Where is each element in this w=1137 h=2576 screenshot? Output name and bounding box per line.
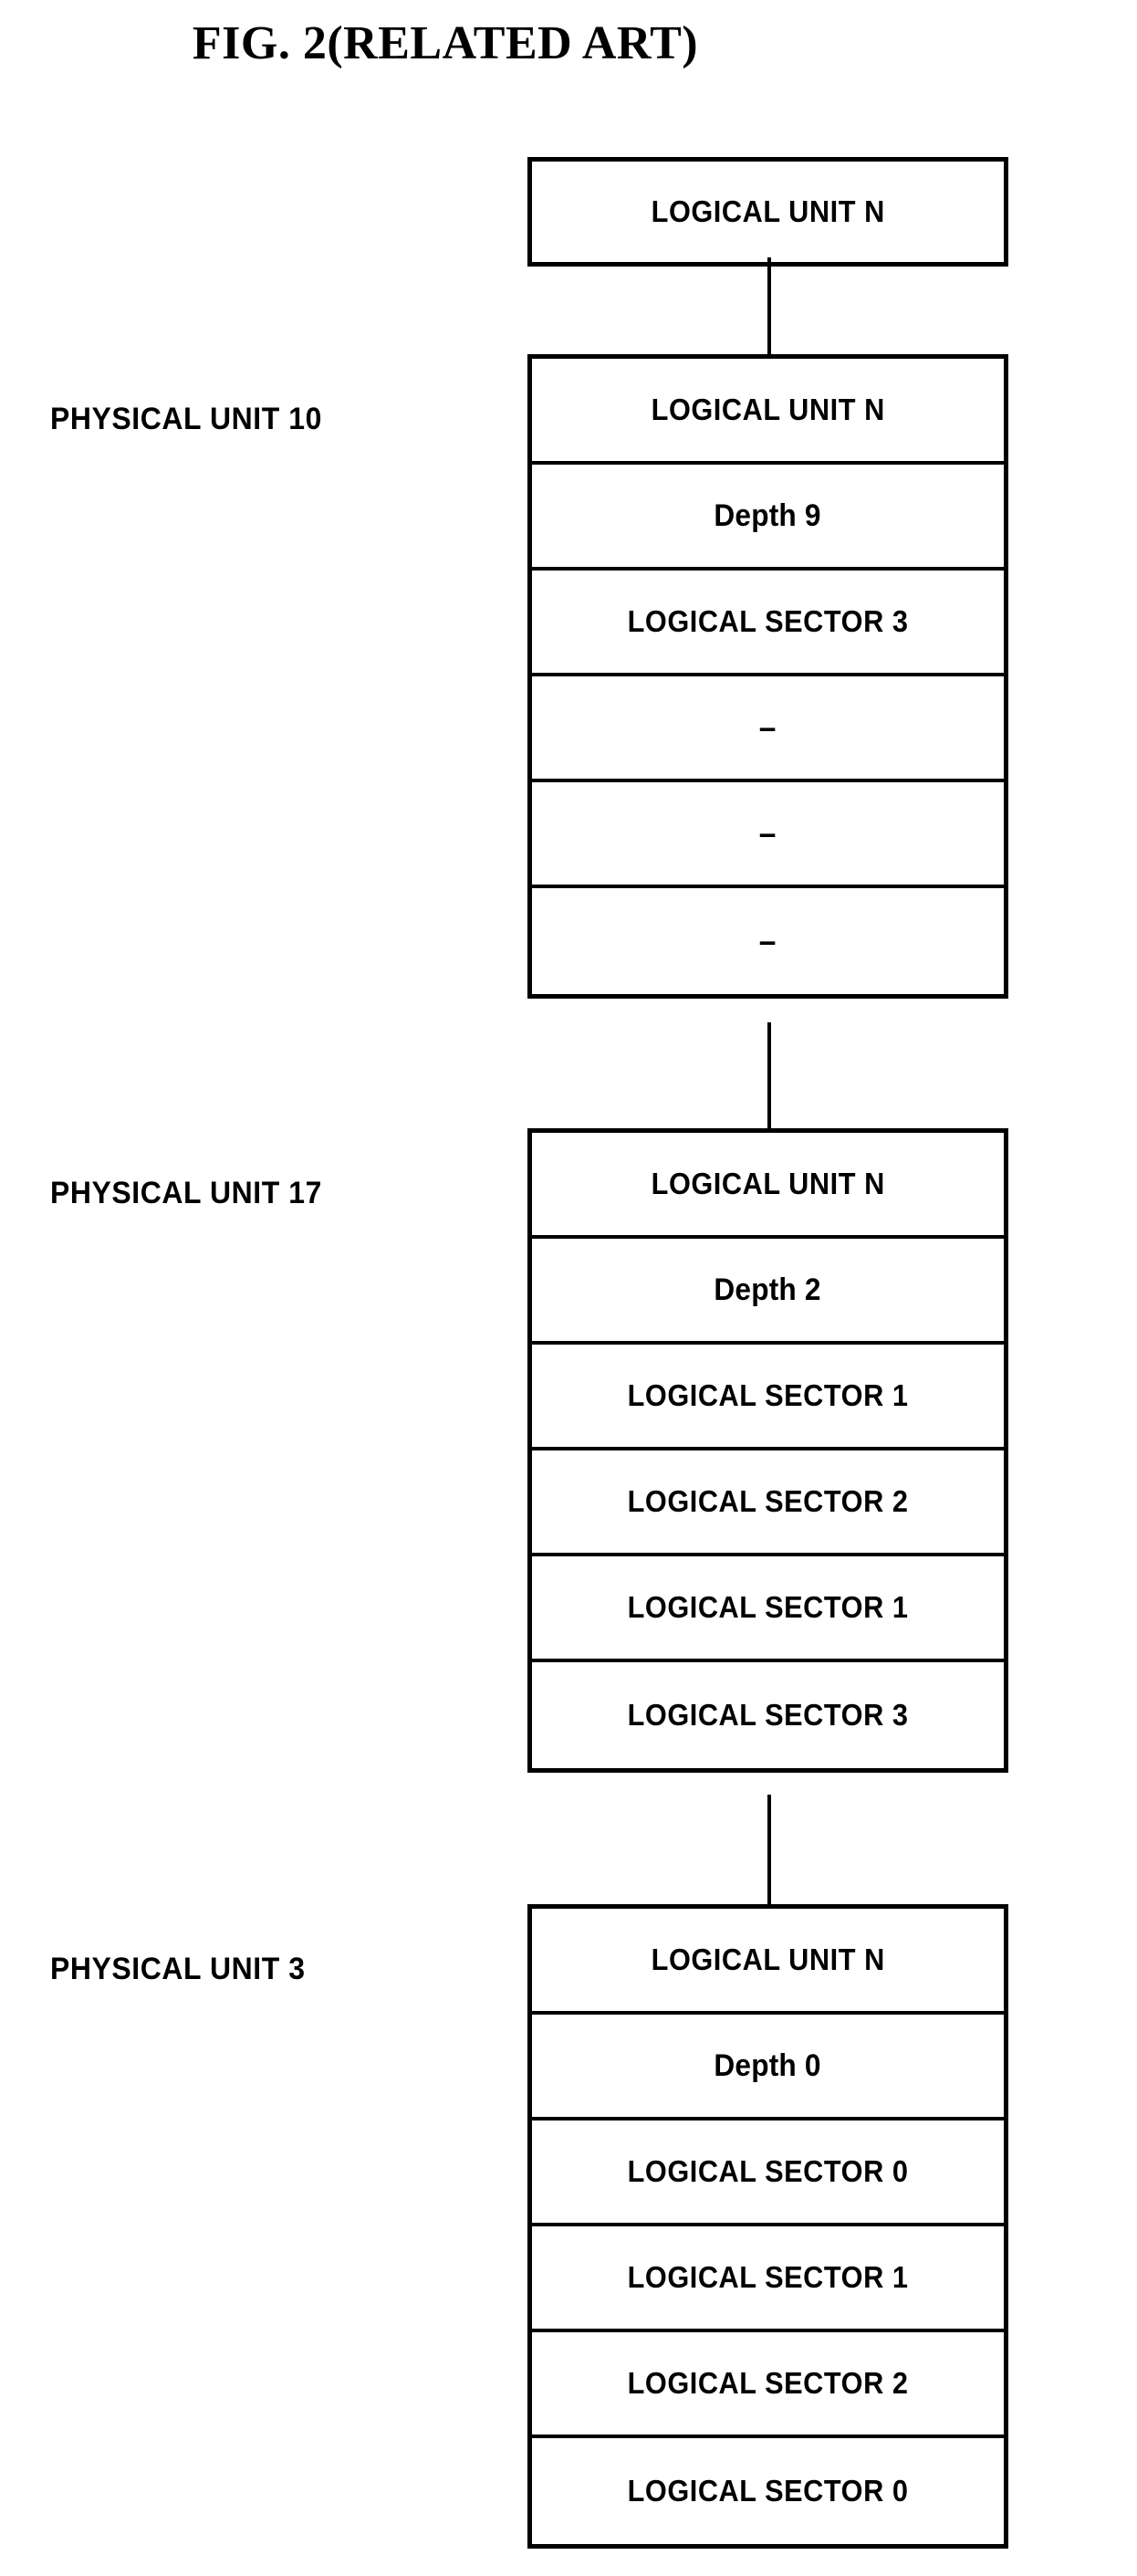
row-label: LOGICAL SECTOR 2 <box>627 1484 909 1518</box>
table-row: – <box>532 782 1004 888</box>
table-row: LOGICAL SECTOR 1 <box>532 1345 1004 1450</box>
table-row: LOGICAL UNIT N <box>532 1909 1004 2015</box>
physical-unit-17-label: PHYSICAL UNIT 17 <box>50 1176 322 1210</box>
table-row: LOGICAL UNIT N <box>532 359 1004 465</box>
table-row: LOGICAL SECTOR 2 <box>532 2332 1004 2438</box>
row-label: LOGICAL SECTOR 0 <box>627 2474 909 2508</box>
row-label: LOGICAL SECTOR 1 <box>627 2260 909 2294</box>
table-row: LOGICAL UNIT N <box>532 1133 1004 1239</box>
table-row: LOGICAL SECTOR 1 <box>532 1556 1004 1662</box>
row-label: LOGICAL SECTOR 1 <box>627 1378 909 1412</box>
row-label: – <box>758 922 777 959</box>
table-row: Depth 0 <box>532 2015 1004 2120</box>
row-label: LOGICAL SECTOR 3 <box>627 604 909 638</box>
block-diagram: LOGICAL UNIT N PHYSICAL UNIT 10 LOGICAL … <box>0 0 1137 2576</box>
table-row: LOGICAL SECTOR 0 <box>532 2120 1004 2226</box>
table-row: LOGICAL SECTOR 3 <box>532 571 1004 676</box>
row-label: Depth 2 <box>714 1272 822 1307</box>
row-label: – <box>758 708 777 746</box>
table-row: LOGICAL UNIT N <box>532 162 1004 262</box>
row-label: LOGICAL UNIT N <box>651 194 885 228</box>
physical-unit-10-box: LOGICAL UNIT N Depth 9 LOGICAL SECTOR 3 … <box>527 354 1008 999</box>
physical-unit-3-box: LOGICAL UNIT N Depth 0 LOGICAL SECTOR 0 … <box>527 1904 1008 2549</box>
row-label: LOGICAL SECTOR 1 <box>627 1590 909 1624</box>
table-row: Depth 9 <box>532 465 1004 571</box>
connector-unit10-to-unit17 <box>767 1022 771 1130</box>
physical-unit-17-box: LOGICAL UNIT N Depth 2 LOGICAL SECTOR 1 … <box>527 1128 1008 1773</box>
connector-unit17-to-unit3 <box>767 1795 771 1906</box>
row-label: Depth 0 <box>714 2047 822 2083</box>
row-label: – <box>758 814 777 852</box>
row-label: LOGICAL SECTOR 3 <box>627 1698 909 1732</box>
table-row: – <box>532 676 1004 782</box>
table-row: LOGICAL SECTOR 1 <box>532 2226 1004 2332</box>
row-label: LOGICAL SECTOR 2 <box>627 2366 909 2400</box>
row-label: LOGICAL UNIT N <box>651 1942 885 1976</box>
table-row: LOGICAL SECTOR 0 <box>532 2438 1004 2544</box>
row-label: LOGICAL SECTOR 0 <box>627 2154 909 2188</box>
row-label: LOGICAL UNIT N <box>651 393 885 426</box>
logical-unit-root-box: LOGICAL UNIT N <box>527 157 1008 267</box>
physical-unit-3-label: PHYSICAL UNIT 3 <box>50 1952 306 1986</box>
connector-root-to-unit10 <box>767 257 771 356</box>
table-row: Depth 2 <box>532 1239 1004 1345</box>
row-label: LOGICAL UNIT N <box>651 1167 885 1200</box>
table-row: LOGICAL SECTOR 3 <box>532 1662 1004 1768</box>
table-row: LOGICAL SECTOR 2 <box>532 1450 1004 1556</box>
row-label: Depth 9 <box>714 497 822 533</box>
table-row: – <box>532 888 1004 994</box>
physical-unit-10-label: PHYSICAL UNIT 10 <box>50 402 322 436</box>
